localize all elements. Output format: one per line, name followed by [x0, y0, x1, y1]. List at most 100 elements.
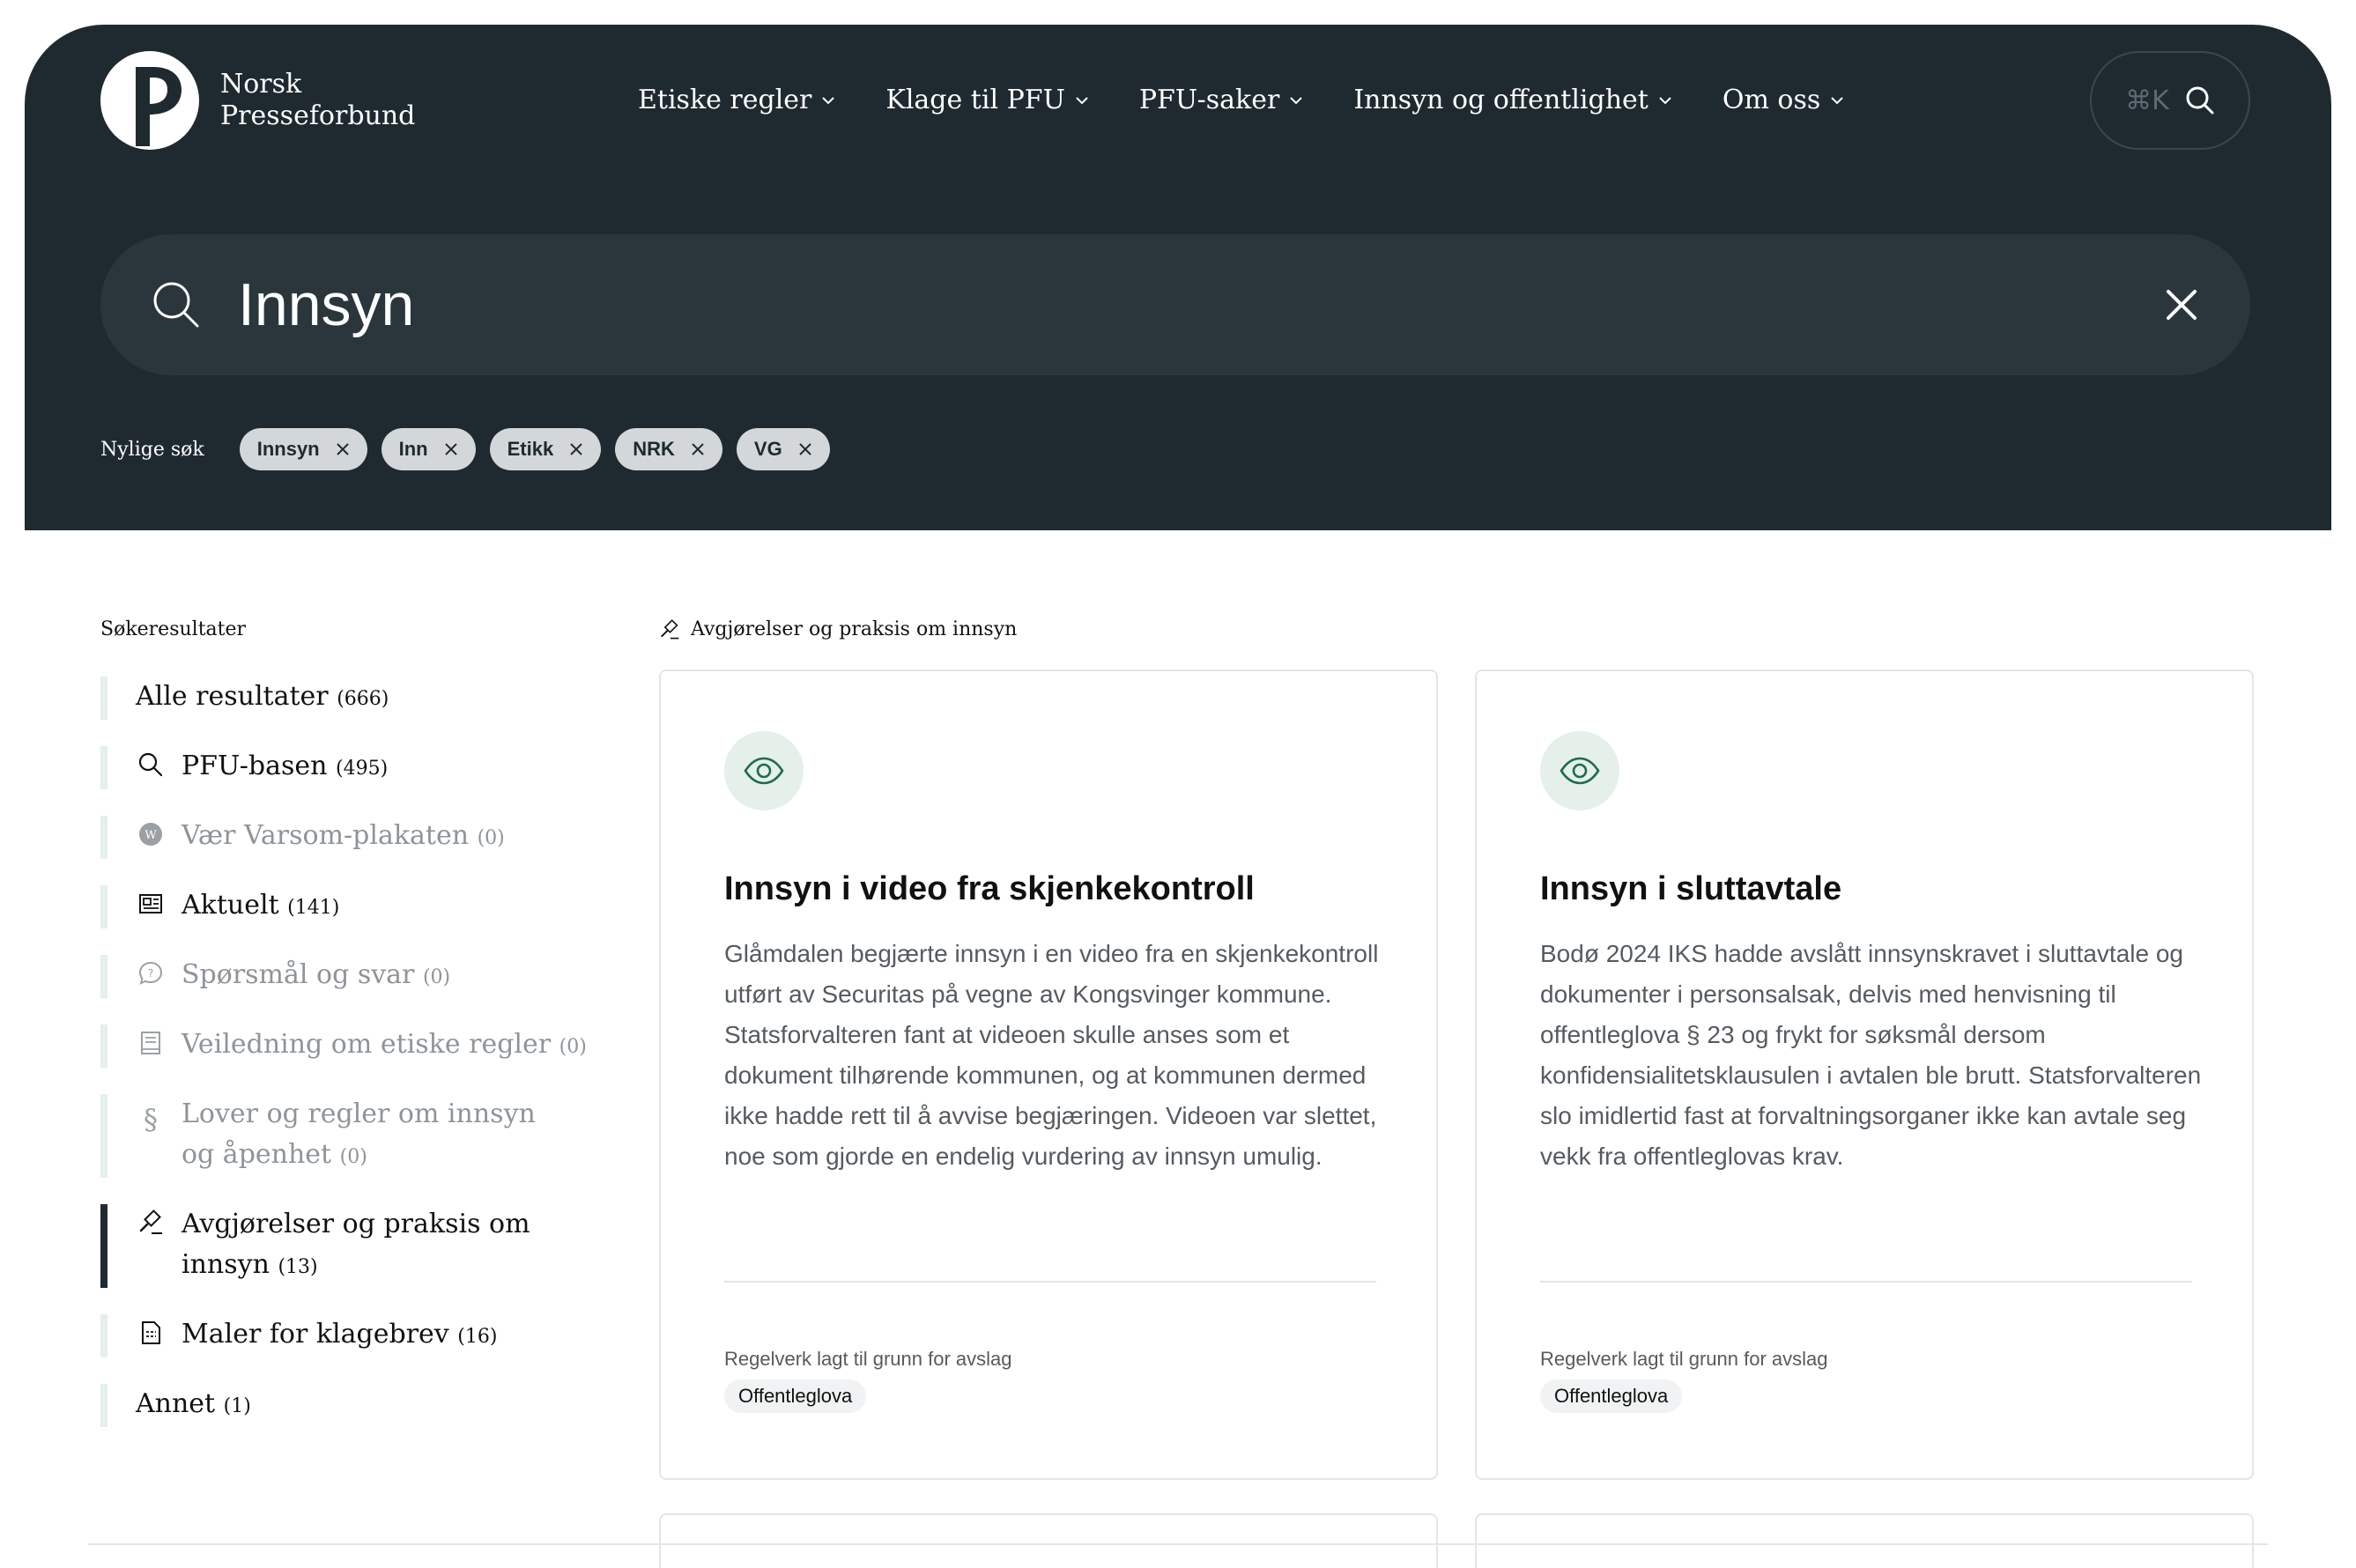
shortcut-label: ⌘K	[2125, 85, 2169, 116]
sidebar-item-text: Veiledning om etiske regler (0)	[182, 1024, 587, 1068]
close-icon[interactable]	[444, 442, 458, 456]
question-bubble-icon: ?	[136, 960, 166, 987]
sidebar-item-maler-for-klagebrev[interactable]: Maler for klagebrev (16)	[100, 1314, 594, 1357]
sidebar-item-aktuelt[interactable]: Aktuelt (141)	[100, 885, 594, 928]
document-icon	[136, 1320, 166, 1346]
recent-search-chip[interactable]: Innsyn	[239, 428, 367, 470]
sidebar-item-vaer-varsom-plakaten[interactable]: W Vær Varsom-plakaten (0)	[100, 816, 594, 859]
sidebar-item-veiledning[interactable]: Veiledning om etiske regler (0)	[100, 1024, 594, 1068]
close-icon[interactable]	[569, 442, 583, 456]
sidebar-item-count: (666)	[337, 688, 389, 710]
chevron-down-icon	[1290, 96, 1303, 104]
sidebar-item-text: Vær Varsom-plakaten (0)	[182, 816, 505, 859]
sidebar-item-annet[interactable]: Annet (1)	[100, 1384, 594, 1427]
card-summary: Glåmdalen begjærte innsyn i en video fra…	[724, 940, 1379, 1170]
sidebar-item-count: (495)	[336, 758, 389, 780]
sidebar-item-lover-og-regler[interactable]: § Lover og regler om innsyn og åpenhet (…	[100, 1094, 594, 1178]
gavel-icon	[136, 1209, 166, 1236]
result-card-partial[interactable]	[659, 1513, 1438, 1568]
brand-line-1: Norsk	[220, 69, 302, 100]
wp-icon: W	[136, 821, 166, 847]
close-icon[interactable]	[691, 442, 705, 456]
chevron-down-icon	[1659, 96, 1671, 104]
search-icon	[153, 282, 199, 328]
card-divider	[724, 1281, 1376, 1283]
card-tag: Offentleglova	[724, 1379, 867, 1413]
sidebar-item-label: PFU-basen	[182, 751, 328, 781]
close-icon[interactable]	[2166, 289, 2197, 321]
gavel-icon	[661, 618, 679, 639]
site-header: Norsk Presseforbund Etiske regler Klage …	[25, 25, 2331, 530]
recent-search-chip[interactable]: Etikk	[489, 428, 602, 470]
sidebar-item-text: Alle resultater (666)	[136, 677, 389, 720]
result-card[interactable]: Innsyn i sluttavtale Bodø 2024 IKS hadde…	[1475, 669, 2254, 1480]
sidebar-item-text: Annet (1)	[136, 1384, 251, 1427]
paragraph-icon: §	[144, 1103, 158, 1136]
svg-text:?: ?	[148, 967, 153, 980]
results-sidebar: Alle resultater (666) PFU-basen (495) W …	[100, 677, 594, 1453]
sidebar-item-text: Maler for klagebrev (16)	[182, 1314, 497, 1357]
brand-name: Norsk Presseforbund	[220, 69, 415, 132]
result-card[interactable]: Innsyn i video fra skjenkekontroll Glåmd…	[659, 669, 1438, 1480]
sidebar-item-text: PFU-basen (495)	[182, 746, 388, 789]
card-summary: Bodø 2024 IKS hadde avslått innsynskrave…	[1540, 940, 2202, 1170]
logo-mark-icon	[100, 51, 199, 150]
card-tag: Offentleglova	[1540, 1379, 1683, 1413]
card-title[interactable]: Innsyn i video fra skjenkekontroll	[724, 870, 1255, 908]
card-meta-label: Regelverk lagt til grunn for avslag	[724, 1348, 1012, 1370]
book-icon	[136, 1030, 166, 1056]
chip-label: VG	[753, 438, 782, 460]
sidebar-item-count: (16)	[457, 1326, 498, 1348]
sidebar-item-alle-resultater[interactable]: Alle resultater (666)	[100, 677, 594, 720]
chip-label: Etikk	[507, 438, 554, 460]
nav-innsyn-og-offentlighet[interactable]: Innsyn og offentlighet	[1353, 85, 1673, 115]
sidebar-heading: Søkeresultater	[100, 618, 247, 640]
nav-klage-til-pfu[interactable]: Klage til PFU	[885, 85, 1089, 115]
sidebar-item-count: (0)	[422, 966, 451, 988]
sidebar-item-count: (0)	[339, 1146, 367, 1168]
search-shortcut-button[interactable]: ⌘K	[2090, 51, 2250, 150]
result-card-partial[interactable]	[1475, 1513, 2254, 1568]
sidebar-item-count: (13)	[278, 1256, 318, 1278]
recent-searches: Nylige søk Innsyn Inn Etikk NRK VG	[100, 428, 844, 470]
sidebar-item-sporsmal-og-svar[interactable]: ? Spørsmål og svar (0)	[100, 955, 594, 998]
logo[interactable]: Norsk Presseforbund	[100, 51, 415, 150]
recent-search-chip[interactable]: VG	[736, 428, 830, 470]
nav-label: Om oss	[1722, 85, 1821, 115]
nav-label: Klage til PFU	[885, 85, 1065, 115]
nav-om-oss[interactable]: Om oss	[1723, 85, 1845, 115]
sidebar-item-text: Aktuelt (141)	[182, 885, 339, 928]
card-meta-label: Regelverk lagt til grunn for avslag	[1540, 1348, 1828, 1370]
nav-etiske-regler[interactable]: Etiske regler	[638, 85, 836, 115]
sidebar-item-label: Vær Varsom-plakaten	[182, 820, 470, 851]
close-icon[interactable]	[336, 442, 350, 456]
card-divider	[1540, 1281, 2192, 1283]
sidebar-item-label: Aktuelt	[182, 890, 279, 921]
sidebar-item-count: (0)	[559, 1036, 587, 1058]
nav-pfu-saker[interactable]: PFU-saker	[1139, 85, 1304, 115]
chevron-down-icon	[1831, 96, 1843, 104]
svg-text:W: W	[144, 829, 157, 842]
recent-searches-label: Nylige søk	[100, 438, 204, 461]
eye-icon	[724, 731, 804, 810]
recent-search-chip[interactable]: Inn	[381, 428, 476, 470]
sidebar-item-text: Avgjørelser og praksis om innsyn (13)	[182, 1204, 534, 1288]
sidebar-item-label: Spørsmål og svar	[182, 959, 415, 990]
section-heading: Avgjørelser og praksis om innsyn	[659, 618, 1017, 640]
chevron-down-icon	[822, 96, 835, 104]
card-title[interactable]: Innsyn i sluttavtale	[1540, 870, 1841, 908]
sidebar-item-avgjorelser[interactable]: Avgjørelser og praksis om innsyn (13)	[100, 1204, 594, 1288]
newspaper-icon	[136, 891, 166, 917]
close-icon[interactable]	[798, 442, 812, 456]
chip-label: NRK	[633, 438, 675, 460]
chevron-down-icon	[1076, 96, 1088, 104]
chip-label: Inn	[398, 438, 428, 460]
sidebar-item-label: Alle resultater	[136, 681, 329, 712]
search-input[interactable]	[238, 264, 2088, 345]
eye-icon	[1540, 731, 1619, 810]
sidebar-item-label: Veiledning om etiske regler	[182, 1029, 552, 1060]
viewport-divider	[88, 1543, 2268, 1545]
sidebar-item-pfu-basen[interactable]: PFU-basen (495)	[100, 746, 594, 789]
recent-search-chip[interactable]: NRK	[615, 428, 722, 470]
sidebar-item-text: Lover og regler om innsyn og åpenhet (0)	[182, 1094, 569, 1178]
